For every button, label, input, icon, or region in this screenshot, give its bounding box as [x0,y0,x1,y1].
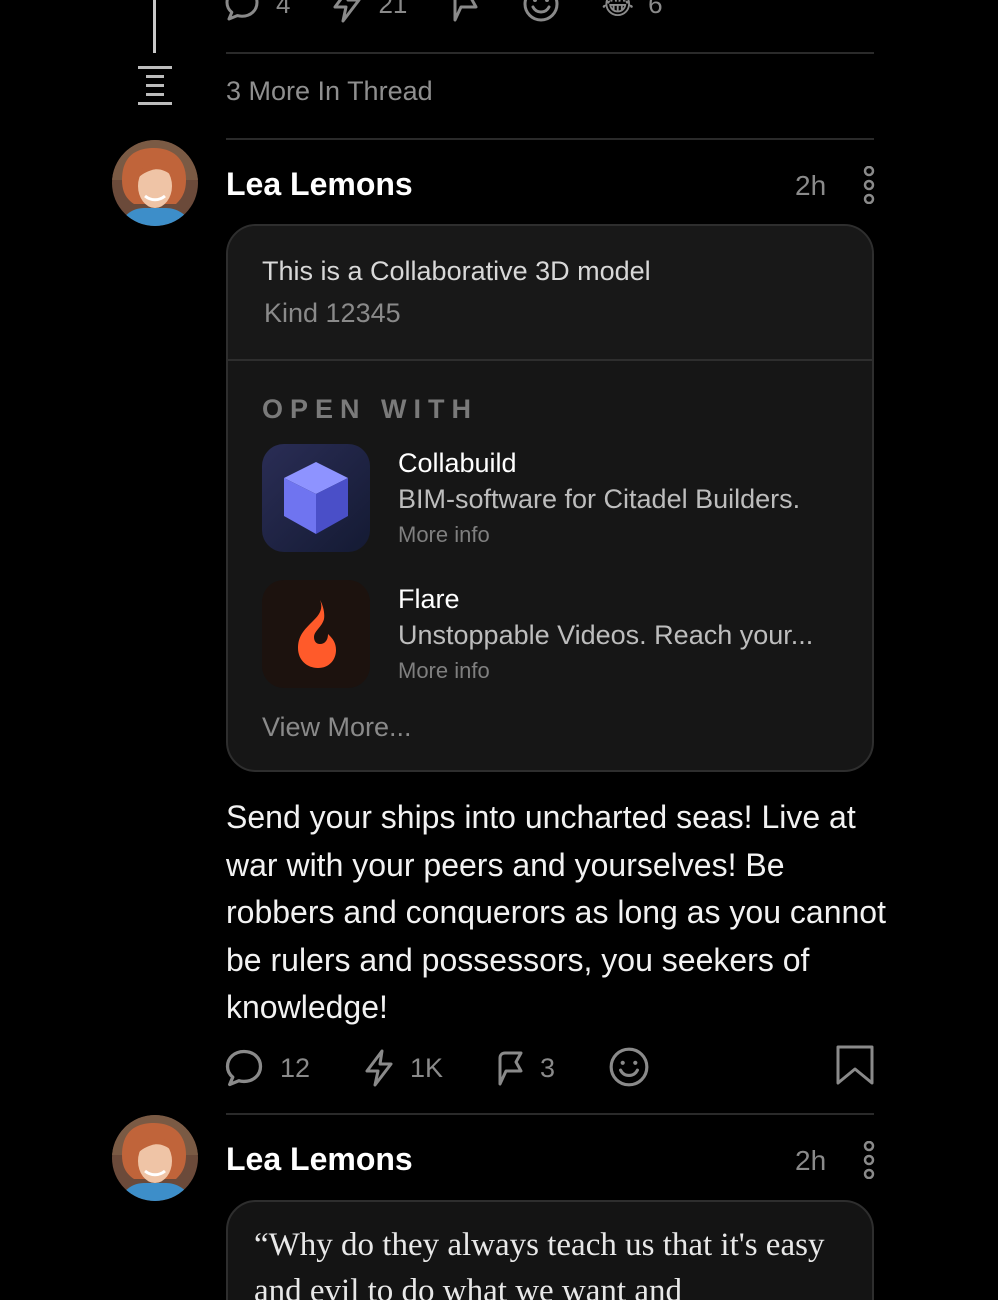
zap-icon [333,0,361,23]
author-name[interactable]: Lea Lemons [226,1141,413,1178]
post-time: 2h [795,170,827,201]
repost-icon [453,0,478,22]
more-info-link[interactable]: More info [398,658,490,684]
zap-action[interactable]: 21 [330,0,407,24]
author-name[interactable]: Lea Lemons [226,166,413,203]
avatar[interactable] [112,1115,198,1201]
bookmark-icon [836,1045,874,1085]
divider [226,1113,874,1115]
open-with-label: OPEN WITH [262,394,478,424]
more-options-icon[interactable] [863,1141,875,1179]
smiley-icon [523,0,559,22]
reply-icon [225,0,259,21]
divider [226,52,874,54]
bookmark-action[interactable] [834,1044,876,1086]
post-body: Send your ships into uncharted seas! Liv… [226,799,886,1025]
view-more-link[interactable]: View More... [262,712,412,743]
reply-action[interactable]: 12 [222,1046,310,1090]
collabuild-app-icon[interactable] [262,444,370,552]
zap-count: 1K [410,1052,444,1083]
reaction-tally[interactable]: 😂 6 [601,0,662,21]
reaction-count: 6 [648,0,663,19]
avatar-image [112,1115,198,1201]
react-action[interactable] [608,1046,650,1088]
reply-action[interactable]: 4 [222,0,290,24]
post-actions: 12 1K 3 [222,1044,882,1090]
flame-icon [298,600,336,668]
post-time: 2h [795,1145,827,1176]
reply-count: 4 [276,0,291,19]
smiley-icon [609,1047,649,1087]
app-description: BIM-software for Citadel Builders. [398,484,801,514]
zap-count: 21 [378,0,408,19]
thread-collapse-icon[interactable] [138,66,172,106]
app-name[interactable]: Flare [398,584,460,615]
card-header: This is a Collaborative 3D model Kind 12… [228,226,872,361]
previous-post-actions: 4 21 😂 6 [222,0,703,24]
zap-action[interactable]: 1K [362,1046,443,1090]
app-description: Unstoppable Videos. Reach your... [398,620,814,650]
embedded-event-card[interactable]: This is a Collaborative 3D model Kind 12… [226,224,874,772]
reply-count: 12 [280,1052,311,1083]
laugh-emoji: 😂 [601,0,635,20]
thread-line [153,0,156,53]
divider [226,138,874,140]
card-title: This is a Collaborative 3D model [262,256,651,286]
app-name[interactable]: Collabuild [398,448,517,479]
quote-text: “Why do they always teach us that it's e… [254,1227,825,1300]
more-in-thread-link[interactable]: 3 More In Thread [226,76,433,107]
flare-app-icon[interactable] [262,580,370,688]
more-info-link[interactable]: More info [398,522,490,548]
cube-icon [284,462,348,534]
repost-action[interactable] [447,0,481,24]
repost-action[interactable]: 3 [492,1046,555,1090]
quote-card[interactable]: “Why do they always teach us that it's e… [226,1200,874,1300]
repost-count: 3 [540,1052,556,1083]
repost-icon [498,1051,523,1086]
react-action[interactable] [521,0,561,24]
reply-icon [225,1049,263,1087]
more-options-icon[interactable] [863,166,875,204]
card-kind: Kind 12345 [264,298,401,328]
avatar[interactable] [112,140,198,226]
avatar-image [112,140,198,226]
zap-icon [365,1049,393,1087]
